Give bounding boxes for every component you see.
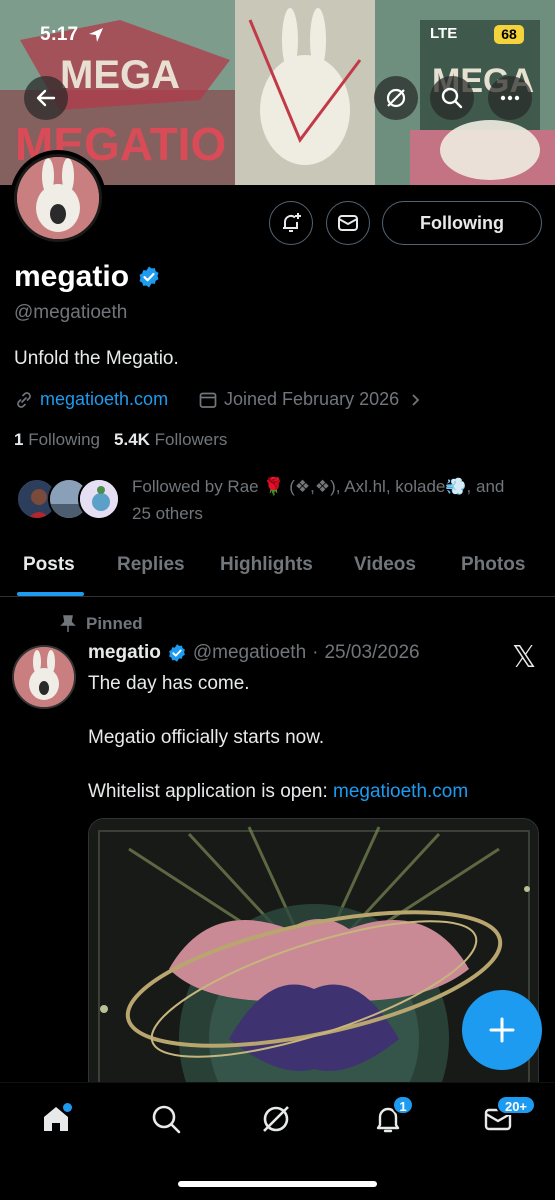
grok-icon	[386, 88, 406, 108]
website-text[interactable]: megatioeth.com	[40, 389, 168, 410]
nav-grok[interactable]	[254, 1097, 298, 1141]
message-button[interactable]	[326, 201, 370, 245]
status-bar: 5:17 LTE 68	[0, 0, 555, 60]
post-line-1: The day has come.	[88, 673, 250, 694]
network-indicator: LTE	[430, 25, 458, 42]
verified-badge-icon	[168, 644, 185, 662]
display-name: megatio	[14, 260, 130, 293]
messages-badge: 20+	[496, 1095, 536, 1115]
battery-indicator: 68	[494, 25, 524, 44]
calendar-icon	[199, 392, 217, 408]
search-button[interactable]	[430, 76, 474, 120]
link-icon	[17, 391, 31, 408]
location-arrow-icon	[89, 28, 103, 42]
notify-button[interactable]	[269, 201, 313, 245]
home-indicator	[178, 1181, 377, 1187]
nav-notifications[interactable]: 1	[366, 1095, 414, 1141]
post-date-separator: ·	[312, 642, 319, 663]
avatar-art	[17, 157, 99, 239]
status-time: 5:17	[40, 24, 79, 45]
profile-bio: Unfold the Megatio.	[14, 348, 179, 369]
bell-plus-icon	[283, 213, 301, 232]
tab-videos[interactable]: Videos	[354, 554, 416, 576]
post-date: 25/03/2026	[324, 642, 420, 663]
home-unread-dot	[63, 1103, 72, 1112]
tab-replies[interactable]: Replies	[117, 554, 185, 576]
following-stat[interactable]: 1 Following	[14, 430, 100, 450]
post-line-2: Megatio officially starts now.	[88, 727, 325, 748]
nav-home[interactable]	[34, 1097, 78, 1141]
grok-icon	[263, 1106, 289, 1132]
tab-photos[interactable]: Photos	[461, 554, 525, 576]
following-button[interactable]: Following	[382, 201, 542, 245]
website-link[interactable]: megatioeth.com	[14, 389, 168, 410]
followed-by-text[interactable]: Followed by Rae 🌹 (❖,❖), Axl.hl, kolade💨…	[132, 473, 522, 527]
joined-date[interactable]: Joined February 2026	[198, 389, 423, 410]
grok-button[interactable]	[374, 76, 418, 120]
post-avatar-art	[14, 647, 74, 707]
envelope-icon	[338, 215, 358, 231]
post-author-avatar[interactable]	[12, 645, 76, 709]
search-icon	[152, 1105, 181, 1134]
plus-icon	[489, 1017, 515, 1043]
back-button[interactable]	[24, 76, 68, 120]
search-icon	[441, 87, 463, 109]
x-logo-icon: 𝕏	[512, 640, 537, 675]
post-author-handle: @megatioeth	[192, 642, 307, 663]
profile-avatar[interactable]	[10, 150, 106, 246]
notifications-badge: 1	[392, 1095, 414, 1115]
compose-button[interactable]	[462, 990, 542, 1070]
profile-handle: @megatioeth	[14, 302, 128, 323]
verified-badge-icon[interactable]	[137, 265, 161, 289]
chevron-right-icon	[412, 393, 420, 406]
post-header: megatio @megatioeth · 25/03/2026	[88, 642, 420, 664]
tab-highlights[interactable]: Highlights	[220, 554, 313, 576]
joined-text: Joined February 2026	[224, 389, 400, 409]
nav-messages[interactable]: 20+	[476, 1095, 536, 1141]
more-button[interactable]	[488, 76, 532, 120]
tab-posts[interactable]: Posts	[23, 554, 75, 576]
follow-stats: 1 Following 5.4K Followers	[14, 430, 227, 450]
profile-name-row: megatio	[14, 260, 161, 294]
follower-avatar-3[interactable]	[78, 478, 120, 520]
nav-search[interactable]	[144, 1097, 188, 1141]
pin-icon	[60, 615, 76, 632]
post-link[interactable]: megatioeth.com	[333, 781, 468, 802]
post-line-3: Whitelist application is open: megatioet…	[88, 781, 469, 802]
profile-tabs: Posts Replies Highlights Videos Photos	[0, 545, 555, 597]
more-icon	[500, 95, 520, 101]
followers-stat[interactable]: 5.4K Followers	[114, 430, 227, 450]
follower-avatar-3-art	[80, 480, 118, 518]
arrow-left-icon	[36, 89, 56, 107]
pinned-label: Pinned	[60, 614, 143, 634]
post-author-name[interactable]: megatio	[88, 642, 161, 664]
active-tab-indicator	[17, 592, 84, 596]
